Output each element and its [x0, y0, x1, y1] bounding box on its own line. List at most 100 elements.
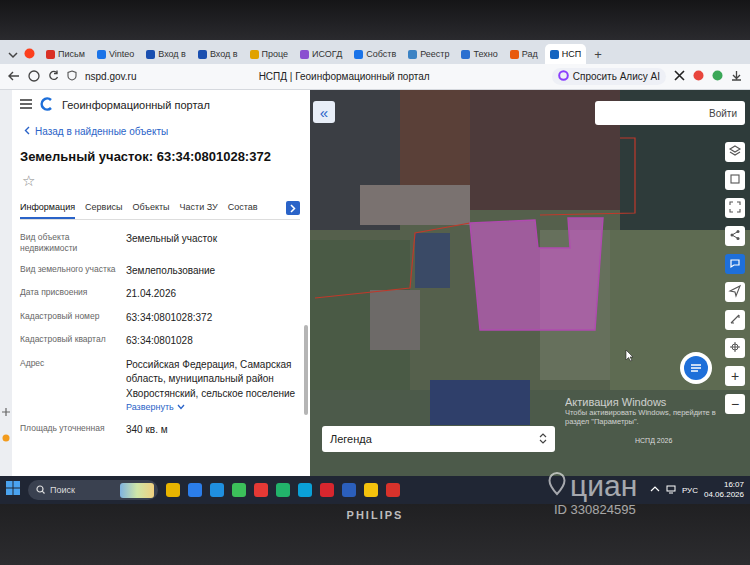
map-tool-button[interactable] [725, 282, 745, 302]
field-label: Кадастровый квартал [20, 334, 118, 349]
map-tool-button[interactable] [725, 254, 745, 274]
browser-tab[interactable]: Рад [505, 44, 543, 64]
browser-tab[interactable]: Проце [245, 44, 294, 64]
chat-icon [728, 256, 742, 273]
back-link[interactable]: Назад в найденные объекты [20, 120, 300, 143]
extension-icon[interactable] [674, 70, 685, 83]
chevron-left-icon [24, 126, 30, 137]
map-tool-button[interactable] [725, 198, 745, 218]
monitor-bezel-top [0, 0, 750, 40]
browser-tab[interactable]: Собств [349, 44, 401, 64]
expand-link[interactable]: Развернуть [126, 401, 300, 414]
info-panel: Геоинформационный порталНазад в найденны… [12, 90, 310, 476]
favicon-icon [354, 50, 363, 59]
taskbar-app-icon[interactable] [276, 483, 290, 497]
watermark-id: ID 330824595 [554, 502, 636, 517]
taskbar-app-icon[interactable] [166, 483, 180, 497]
browser-tab[interactable]: Техно [456, 44, 502, 64]
info-tab[interactable]: Сервисы [85, 196, 122, 219]
taskbar-app-icon[interactable] [232, 483, 246, 497]
field-value-text: Земельный участок [126, 232, 300, 247]
shield-icon [67, 70, 77, 83]
sidebar-app-icon[interactable] [2, 428, 10, 446]
taskbar-app-icon[interactable] [386, 483, 400, 497]
field-label: Вид объекта недвижимости [20, 232, 118, 255]
favicon-icon [97, 50, 106, 59]
map-tool-button[interactable] [725, 142, 745, 162]
address-bar: nspd.gov.ruНСПД | Геоинформационный порт… [0, 64, 750, 90]
taskbar-app-icon[interactable] [320, 483, 334, 497]
field-value-text: 21.04.2026 [126, 287, 300, 302]
sidebar-add-icon[interactable] [2, 402, 10, 420]
login-button[interactable]: Войти [709, 108, 737, 119]
screen: ПисьмVinteo Вход в Вход в Проце ИСОГД Собств Р… [0, 40, 750, 504]
info-tab[interactable]: Информация [20, 196, 75, 219]
browser-tab[interactable]: Реестр [403, 44, 454, 64]
tray-expand-icon[interactable] [650, 485, 660, 495]
language-indicator[interactable]: РУС [682, 486, 698, 495]
search-icon [36, 485, 45, 496]
map-tool-button[interactable] [725, 170, 745, 190]
browser-tab[interactable]: Вход в [193, 44, 243, 64]
browser-tab[interactable]: Vinteo [92, 44, 139, 64]
info-fields: Вид объекта недвижимости Земельный участо… [20, 232, 300, 438]
alice-button[interactable]: Спросить Алису AI [552, 68, 666, 85]
menu-icon[interactable] [20, 99, 32, 111]
yandex-logo-icon[interactable] [24, 45, 35, 63]
parcel-overlay [310, 90, 750, 476]
measure-icon [728, 312, 742, 329]
position-icon [728, 340, 742, 357]
taskbar-app-icon[interactable] [364, 483, 378, 497]
extension-icon[interactable] [693, 70, 704, 83]
browser-tab[interactable]: ИСОГД [295, 44, 347, 64]
collapse-panel-button[interactable]: « [313, 101, 335, 123]
zoom-out-button[interactable]: − [725, 394, 745, 414]
new-tab-button[interactable]: + [588, 44, 608, 64]
zoom-in-button[interactable]: + [725, 366, 745, 386]
login-bar[interactable]: Войти [595, 101, 745, 125]
map-controls: +− [725, 142, 745, 414]
tab-label: Вход в [158, 49, 186, 59]
field-label: Площадь уточненная [20, 423, 118, 438]
legend-dropdown[interactable]: Легенда [322, 426, 555, 452]
satellite-map[interactable]: «Войти+−Активация WindowsЧтобы активиров… [310, 90, 750, 476]
field-value: 340 кв. м [126, 423, 300, 438]
info-tab[interactable]: Части ЗУ [180, 196, 218, 219]
taskbar-search[interactable]: Поиск [28, 480, 158, 500]
taskbar-app-icon[interactable] [188, 483, 202, 497]
info-tab[interactable]: Объекты [132, 196, 169, 219]
favorite-star[interactable]: ☆ [20, 170, 300, 196]
back-arrow-icon[interactable] [8, 71, 20, 83]
taskbar-app-icon[interactable] [210, 483, 224, 497]
tab-label: Проце [262, 49, 289, 59]
taskbar-app-icon[interactable] [342, 483, 356, 497]
refresh-icon[interactable] [48, 70, 59, 83]
field-label: Дата присвоения [20, 287, 118, 302]
clock[interactable]: 16:0704.06.2026 [704, 480, 744, 500]
field-label: Кадастровый номер [20, 311, 118, 326]
browser-tab[interactable]: Письм [41, 44, 90, 64]
map-terrain [370, 290, 420, 350]
browser-sidebar [0, 90, 12, 476]
assistant-button[interactable] [680, 352, 712, 384]
tabs-menu-icon[interactable] [8, 45, 18, 63]
extension-icon[interactable] [712, 70, 723, 83]
downloads-icon[interactable] [731, 70, 742, 83]
browser-tab[interactable]: Вход в [141, 44, 191, 64]
taskbar-app-icon[interactable] [254, 483, 268, 497]
map-tool-button[interactable] [725, 226, 745, 246]
address-url[interactable]: nspd.gov.ru [85, 71, 137, 82]
network-icon[interactable] [666, 484, 676, 496]
map-tool-button[interactable] [725, 338, 745, 358]
yandex-browser-icon[interactable] [28, 70, 40, 84]
tabs-next-button[interactable] [286, 201, 300, 215]
windows-start-icon[interactable] [6, 481, 20, 499]
taskbar-app-icon[interactable] [298, 483, 312, 497]
panel-scrollbar[interactable] [304, 325, 308, 415]
map-tool-button[interactable] [725, 310, 745, 330]
info-tab[interactable]: Состав [228, 196, 258, 219]
expand-label: Развернуть [126, 401, 174, 414]
browser-tab[interactable]: НСП [545, 44, 586, 64]
tab-label: Собств [366, 49, 396, 59]
favicon-icon [198, 50, 207, 59]
